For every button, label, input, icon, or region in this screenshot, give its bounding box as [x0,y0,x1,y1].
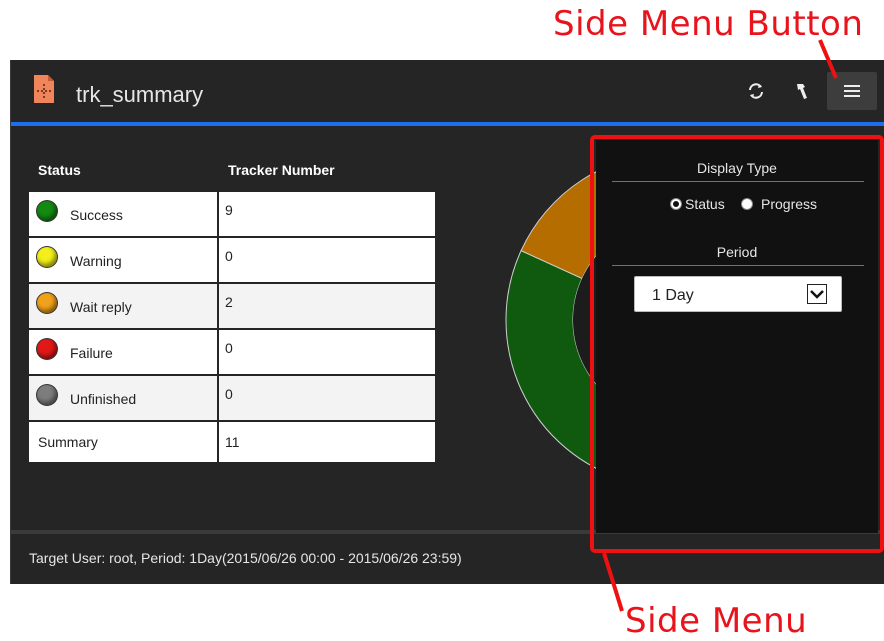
radio-progress[interactable]: Progress [741,196,817,212]
radio-unselected-icon [741,198,753,210]
table-row-warning: Warning 0 [29,238,435,284]
wrench-icon [797,84,807,99]
success-led-icon [37,201,57,221]
table-row-wait-reply: Wait reply 2 [29,284,435,330]
refresh-icon [749,83,763,99]
display-type-divider [612,181,864,182]
table-row-summary: Summary 11 [29,422,435,462]
summary-label: Summary [38,434,98,450]
header-status: Status [38,162,81,178]
unfinished-led-icon [37,385,57,405]
title-divider [11,122,884,126]
chevron-down-icon[interactable] [807,284,827,304]
app-title: trk_summary [76,82,204,107]
table-header: Status Tracker Number [29,152,435,192]
period-title: Period [716,244,758,260]
radio-status[interactable]: Status [670,196,725,212]
period-selected-value: 1 Day [652,287,694,304]
display-type-title: Display Type [697,160,777,176]
row-value: 0 [225,248,233,264]
refresh-button[interactable] [731,72,781,110]
title-bar: trk_summary [11,60,884,122]
failure-led-icon [37,339,57,359]
footer-info: Target User: root, Period: 1Day(2015/06/… [29,550,462,566]
radio-selected-icon [670,198,682,210]
row-label: Unfinished [70,391,137,407]
side-menu-button[interactable] [827,72,877,110]
row-label: Success [70,207,123,223]
radio-status-label: Status [685,196,725,212]
table-row-failure: Failure 0 [29,330,435,376]
period-divider [612,265,864,266]
wait-reply-led-icon [37,293,57,313]
row-value: 2 [225,294,233,310]
header-tracker-number: Tracker Number [228,162,335,178]
row-label: Wait reply [70,299,132,315]
radio-progress-label: Progress [761,196,818,212]
row-value: 0 [225,386,233,402]
warning-led-icon [37,247,57,267]
status-table: Status Tracker Number Success 9 Warning … [29,152,435,462]
row-value: 0 [225,340,233,356]
period-select[interactable]: 1 Day [634,276,842,312]
row-value: 9 [225,202,233,218]
file-icon [34,75,54,103]
row-label: Warning [70,253,122,269]
table-row-unfinished: Unfinished 0 [29,376,435,422]
row-label: Failure [70,345,113,361]
side-menu-callout: Side Menu [625,601,808,641]
summary-value: 11 [225,434,240,450]
side-menu: Display Type Status Progress Period 1 Da… [596,140,878,533]
side-menu-button-callout: Side Menu Button [553,4,864,44]
settings-button[interactable] [777,72,827,110]
hamburger-menu-icon [844,85,860,97]
table-row-success: Success 9 [29,192,435,238]
